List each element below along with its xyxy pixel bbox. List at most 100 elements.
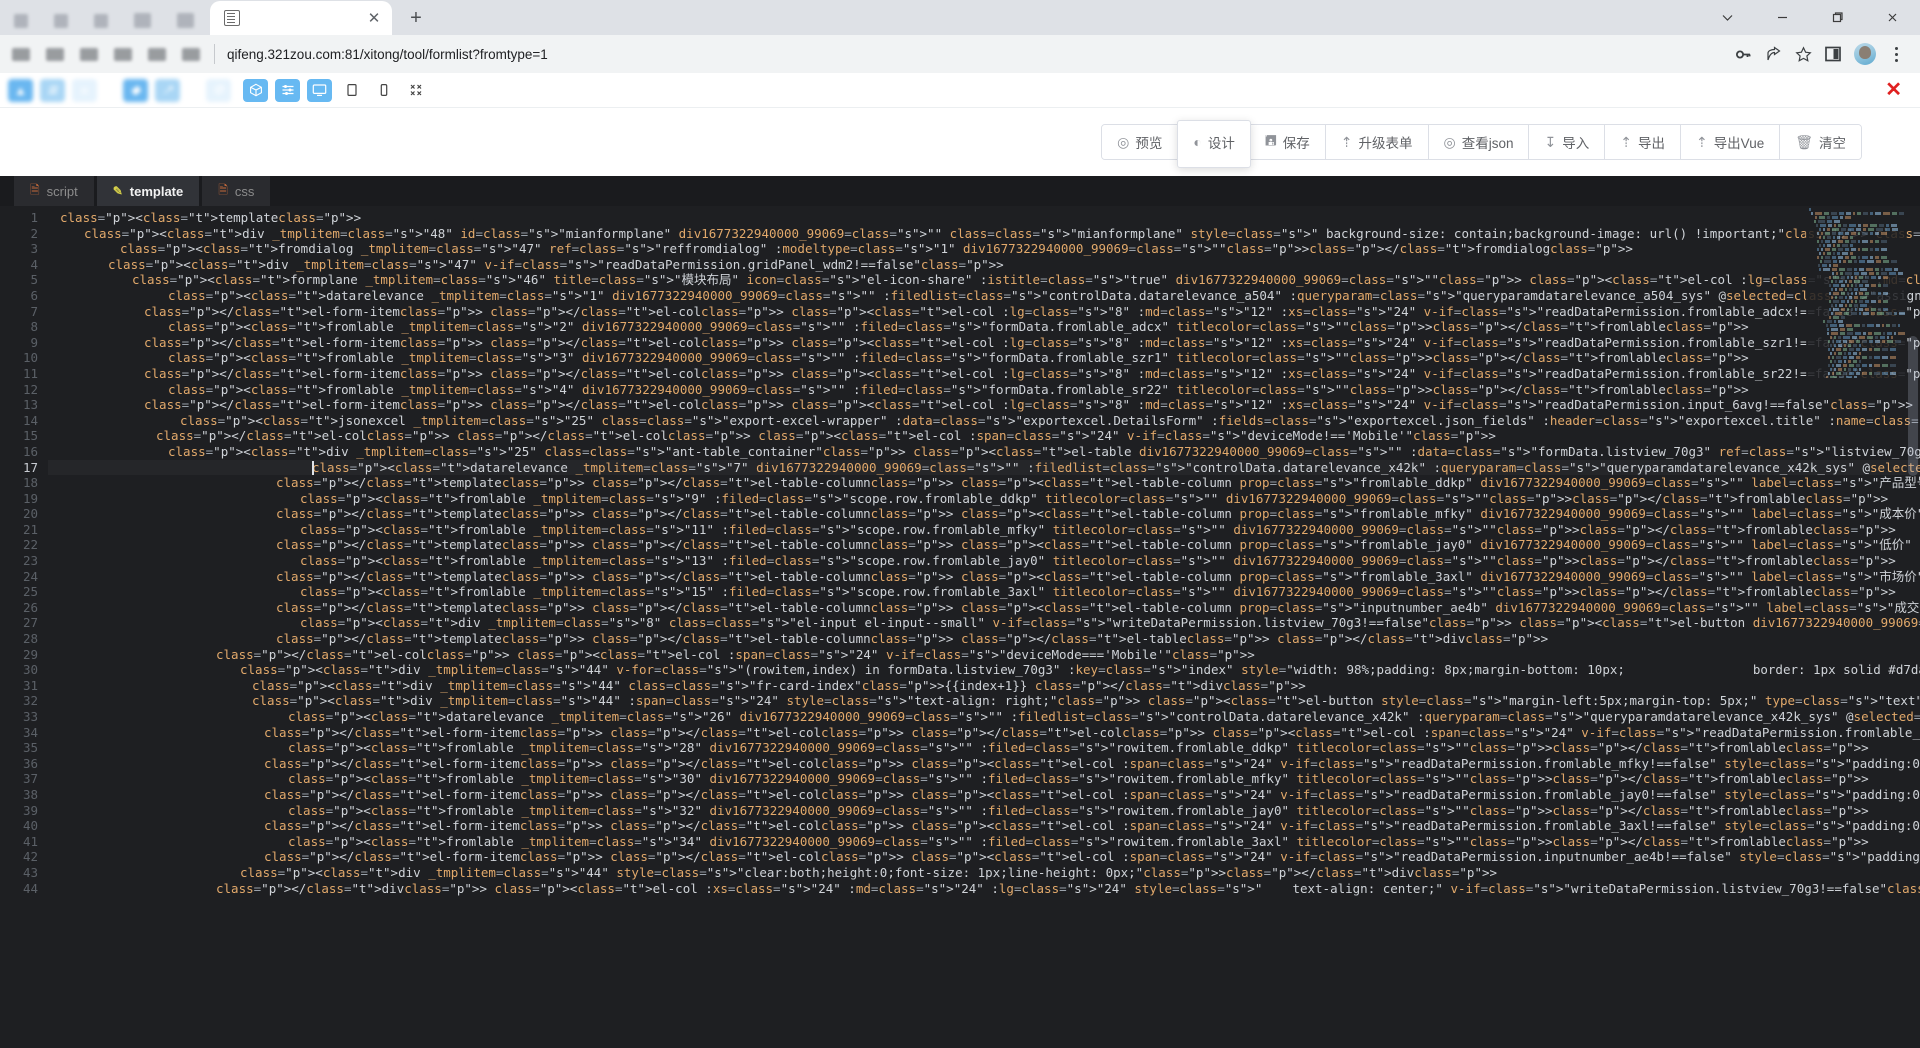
code-line[interactable]: class="p"></class="t">el-form-itemclass=… bbox=[48, 818, 1920, 834]
code-line[interactable]: class="p"><class="t">div _tmplitem=class… bbox=[48, 662, 1920, 678]
desktop-preview-icon[interactable] bbox=[307, 78, 332, 102]
code-minimap[interactable] bbox=[1806, 208, 1906, 378]
code-line[interactable]: class="p"></class="t">templateclass="p">… bbox=[48, 569, 1920, 585]
code-line[interactable]: class="p"><class="t">fromlable _tmplitem… bbox=[48, 803, 1920, 819]
code-line[interactable]: class="p"></class="t">templateclass="p">… bbox=[48, 537, 1920, 553]
window-close-icon[interactable] bbox=[1865, 0, 1920, 35]
export-vue-button[interactable]: ⇡ 导出Vue bbox=[1680, 125, 1781, 159]
tab-favicon-document-icon bbox=[224, 10, 240, 26]
profile-avatar[interactable] bbox=[1854, 43, 1876, 65]
code-line[interactable]: class="p"></class="t">el-colclass="p">> … bbox=[48, 647, 1920, 663]
mobile-preview-icon[interactable] bbox=[371, 79, 396, 102]
code-line[interactable]: class="p"></class="t">templateclass="p">… bbox=[48, 631, 1920, 647]
collapse-icon[interactable] bbox=[403, 79, 428, 102]
code-line[interactable]: class="p"><class="t">div _tmplitem=class… bbox=[48, 226, 1920, 242]
extra-nav-icon[interactable] bbox=[148, 47, 166, 61]
code-line[interactable]: class="p"><class="t">div _tmplitem=class… bbox=[48, 615, 1920, 631]
code-line[interactable]: class="p"><class="t">fromlable _tmplitem… bbox=[48, 350, 1920, 366]
code-line[interactable]: class="p"></class="t">el-form-itemclass=… bbox=[48, 304, 1920, 320]
code-line[interactable]: class="p"></class="t">templateclass="p">… bbox=[48, 475, 1920, 491]
tab-close-icon[interactable]: ✕ bbox=[364, 8, 384, 28]
code-line[interactable]: class="p"><class="t">datarelevance _tmpl… bbox=[48, 288, 1920, 304]
split-screen-icon[interactable] bbox=[1818, 39, 1848, 69]
code-line[interactable]: class="p"><class="t">fromlable _tmplitem… bbox=[48, 771, 1920, 787]
settings-sliders-icon[interactable] bbox=[275, 78, 300, 102]
tool-icon-5[interactable]: ↗ bbox=[155, 78, 180, 102]
extra-nav-icon-2[interactable] bbox=[182, 47, 200, 61]
code-line[interactable]: class="p"></class="t">el-form-itemclass=… bbox=[48, 725, 1920, 741]
browser-menu-icon[interactable] bbox=[1882, 46, 1910, 62]
code-line[interactable]: class="p"></class="t">el-form-itemclass=… bbox=[48, 366, 1920, 382]
preview-button[interactable]: ◎ 预览 bbox=[1102, 125, 1179, 159]
code-line[interactable]: class="p"><class="t">div _tmplitem=class… bbox=[48, 865, 1920, 881]
chevron-down-icon[interactable] bbox=[1700, 0, 1755, 35]
design-button[interactable]: ◐ 设计 bbox=[1177, 120, 1251, 168]
code-line[interactable]: class="p"><class="t">fromlable _tmplitem… bbox=[48, 522, 1920, 538]
minimap-row bbox=[1806, 208, 1906, 211]
code-line[interactable]: class="p"></class="t">el-form-itemclass=… bbox=[48, 787, 1920, 803]
tablet-preview-icon[interactable] bbox=[339, 79, 364, 102]
code-line[interactable]: class="p"><class="t">div _tmplitem=class… bbox=[48, 444, 1920, 460]
maximize-icon[interactable] bbox=[1810, 0, 1865, 35]
code-line[interactable]: class="p"></class="t">templateclass="p">… bbox=[48, 506, 1920, 522]
code-line[interactable]: class="p"><class="t">fromlable _tmplitem… bbox=[48, 319, 1920, 335]
save-button[interactable]: 🖪 保存 bbox=[1249, 125, 1326, 159]
reload-icon[interactable] bbox=[80, 47, 98, 61]
code-line[interactable]: class="p"><class="t">jsonexcel _tmplitem… bbox=[48, 413, 1920, 429]
forward-icon[interactable] bbox=[46, 47, 64, 61]
password-key-icon[interactable] bbox=[1728, 39, 1758, 69]
tool-icon-3[interactable]: ≡ bbox=[72, 78, 97, 102]
import-button[interactable]: ↧ 导入 bbox=[1529, 125, 1606, 159]
clear-button[interactable]: 🗑 清空 bbox=[1780, 125, 1861, 159]
tool-icon-4[interactable]: ◆ bbox=[123, 78, 148, 102]
line-number: 27 bbox=[22, 615, 38, 631]
close-editor-icon[interactable]: ✕ bbox=[1885, 80, 1902, 100]
code-line[interactable]: class="p"><class="t">fromlable _tmplitem… bbox=[48, 740, 1920, 756]
view-json-button[interactable]: ◎ 查看json bbox=[1428, 125, 1530, 159]
tab-css[interactable]: 🗎 css bbox=[202, 176, 271, 206]
code-line[interactable]: class="p"><class="t">fromlable _tmplitem… bbox=[48, 553, 1920, 569]
code-line[interactable]: class="p"></class="t">el-form-itemclass=… bbox=[48, 849, 1920, 865]
minimize-icon[interactable] bbox=[1755, 0, 1810, 35]
tab-script[interactable]: 🗎 script bbox=[14, 176, 94, 206]
upgrade-form-button[interactable]: ⇡ 升级表单 bbox=[1325, 125, 1429, 159]
tool-icon-2[interactable]: ≣ bbox=[40, 78, 65, 102]
minimap-row bbox=[1806, 288, 1906, 291]
code-line[interactable]: class="p"><class="t">fromdialog _tmplite… bbox=[48, 241, 1920, 257]
code-line[interactable]: class="p"><class="t">fromlable _tmplitem… bbox=[48, 491, 1920, 507]
code-scroll-region[interactable]: 1 2 3 4 5 6 7 8 9 10 11 12 13 14 15 16 17 18 19 20 21 22 23 24 2… bbox=[0, 206, 1920, 1048]
code-line[interactable]: class="p"><class="t">div _tmplitem=class… bbox=[48, 693, 1920, 709]
code-line[interactable]: class="p"><class="t">datarelevance _tmpl… bbox=[48, 709, 1920, 725]
back-icon[interactable] bbox=[12, 47, 30, 61]
component-cube-icon[interactable] bbox=[243, 78, 268, 102]
code-line[interactable]: class="p"></class="t">el-form-itemclass=… bbox=[48, 397, 1920, 413]
code-line[interactable]: class="p"><class="t">div _tmplitem=class… bbox=[48, 678, 1920, 694]
code-line[interactable]: class="p"><class="t">templateclass="p">> bbox=[48, 210, 1920, 226]
tool-icon-1[interactable]: ▲ bbox=[8, 78, 33, 102]
code-line[interactable]: class="p"><class="t">datarelevance _tmpl… bbox=[48, 460, 1920, 476]
minimap-row bbox=[1806, 376, 1906, 378]
code-line[interactable]: class="p"><class="t">fromlable _tmplitem… bbox=[48, 834, 1920, 850]
code-line[interactable]: class="p"></class="t">el-colclass="p">> … bbox=[48, 428, 1920, 444]
tab-template[interactable]: ✎ template bbox=[96, 176, 200, 206]
code-line[interactable]: class="p"></class="t">el-form-itemclass=… bbox=[48, 335, 1920, 351]
code-line[interactable]: class="p"><class="t">fromlable _tmplitem… bbox=[48, 584, 1920, 600]
code-line[interactable]: class="p"><class="t">formplane _tmplitem… bbox=[48, 272, 1920, 288]
export-button[interactable]: ⇡ 导出 bbox=[1605, 125, 1681, 159]
browser-tab-active[interactable]: ✕ bbox=[210, 1, 392, 35]
code-line[interactable]: class="p"><class="t">fromlable _tmplitem… bbox=[48, 382, 1920, 398]
share-icon[interactable] bbox=[1758, 39, 1788, 69]
new-tab-button[interactable]: + bbox=[402, 4, 430, 32]
bookmark-star-icon[interactable] bbox=[1788, 39, 1818, 69]
home-icon[interactable] bbox=[114, 47, 132, 61]
address-bar[interactable]: qifeng.321zou.com:81/xitong/tool/formlis… bbox=[225, 40, 1728, 68]
vertical-scrollbar[interactable] bbox=[1908, 336, 1918, 476]
tool-icon-6[interactable]: ⚙ bbox=[206, 78, 231, 102]
code-line[interactable]: class="p"></class="t">divclass="p">> cla… bbox=[48, 881, 1920, 897]
line-number: 32 bbox=[22, 693, 38, 709]
code-line[interactable]: class="p"><class="t">div _tmplitem=class… bbox=[48, 257, 1920, 273]
code-line[interactable]: class="p"></class="t">templateclass="p">… bbox=[48, 600, 1920, 616]
trash-icon: 🗑 bbox=[1795, 133, 1813, 150]
code-content[interactable]: class="p"><class="t">templateclass="p">>… bbox=[48, 206, 1920, 1048]
code-line[interactable]: class="p"></class="t">el-form-itemclass=… bbox=[48, 756, 1920, 772]
